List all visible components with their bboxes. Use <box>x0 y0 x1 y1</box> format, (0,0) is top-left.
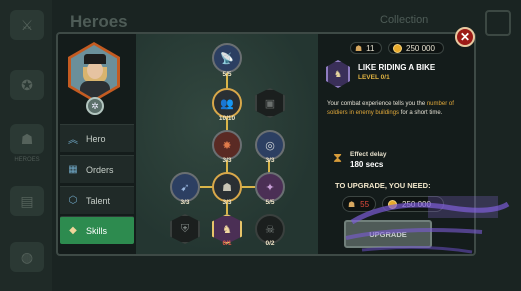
effect-label: Effect delay <box>350 151 387 158</box>
gold-balance: 250 000 <box>388 42 444 54</box>
chevrons-icon: ︽ <box>68 135 78 146</box>
collection-label[interactable]: Collection <box>380 14 428 26</box>
token-cost-value: 55 <box>360 199 370 209</box>
soldier-token-icon: ☗ <box>348 199 356 209</box>
node-count: 5/5 <box>222 71 232 78</box>
token-count: 11 <box>366 43 375 53</box>
locked-icon: ▣ <box>264 97 276 110</box>
hourglass-icon: ⧗ <box>333 150 343 165</box>
node-count: 0/1 <box>222 240 232 247</box>
mask-icon: ☠ <box>265 223 275 236</box>
tab-talent[interactable]: ⬡ Talent <box>60 186 134 214</box>
upgrade-button[interactable]: UPGRADE <box>344 220 432 248</box>
hexagon-icon: ⬡ <box>68 195 78 206</box>
node-count: 3/3 <box>222 199 232 206</box>
crossed-swords-icon[interactable]: ⚔ <box>10 10 44 40</box>
tab-label: Skills <box>86 225 108 236</box>
node-count: 3/3 <box>180 199 190 206</box>
skill-node-soldier[interactable]: ☗ <box>212 172 242 202</box>
gold-coin-icon <box>393 43 402 53</box>
skill-node-target[interactable]: ◎ <box>255 130 285 160</box>
gold-coin-icon <box>388 199 397 209</box>
skill-description: Your combat experience tells you the num… <box>327 100 469 118</box>
effect-value: 180 secs <box>350 160 384 169</box>
bag-icon[interactable]: ◍ <box>10 242 44 272</box>
grenade-icon: ✦ <box>265 181 275 194</box>
token-balance: ☗ 11 <box>350 42 382 54</box>
radar-icon: 📡 <box>220 52 234 65</box>
tab-label: Orders <box>86 164 114 175</box>
cards-icon[interactable]: ▤ <box>10 186 44 216</box>
gold-count: 250 000 <box>406 43 435 53</box>
tab-orders[interactable]: ▦ Orders <box>60 155 134 183</box>
skill-node-missile[interactable]: ➹ <box>170 172 200 202</box>
skill-name: LIKE RIDING A BIKE <box>358 63 436 72</box>
soldier-token-icon: ☗ <box>355 43 363 53</box>
level-label: LEVEL <box>358 74 379 81</box>
missile-icon: ➹ <box>180 181 190 194</box>
sidebar-label-heroes: HEROES <box>14 157 40 163</box>
node-count: 5/5 <box>265 199 275 206</box>
skill-node-radar[interactable]: 📡 <box>212 43 242 73</box>
skill-level: LEVEL 0/1 <box>358 74 390 81</box>
node-count: 10/10 <box>218 115 236 122</box>
shield-icon: ⛨ <box>180 222 190 235</box>
soldier-icon: ☗ <box>222 181 232 194</box>
token-cost: ☗ 55 <box>342 196 376 212</box>
tab-label: Talent <box>86 195 111 206</box>
soldier-icon[interactable]: ☗ <box>10 124 44 154</box>
desc-text: Your combat experience tells you the <box>327 101 427 107</box>
desc-text-end: for a short time. <box>399 110 443 116</box>
target-icon: ◎ <box>265 139 275 152</box>
node-count: 3/3 <box>265 157 275 164</box>
cards-icon: ▦ <box>68 164 78 175</box>
tab-skills[interactable]: ◆ Skills <box>60 216 134 244</box>
explosion-icon: ✸ <box>222 139 232 152</box>
tab-label: Hero <box>86 133 106 144</box>
skill-node-grenade[interactable]: ✦ <box>255 172 285 202</box>
node-count: 0/2 <box>265 240 275 247</box>
page-title: Heroes <box>70 12 128 31</box>
bike-icon: ♞ <box>222 223 232 236</box>
upgrade-requirements-title: TO UPGRADE, YOU NEED: <box>335 181 431 190</box>
gold-cost: 250 000 <box>382 196 444 212</box>
skills-icon: ◆ <box>69 225 77 236</box>
menu-button[interactable] <box>485 10 511 36</box>
medal-icon[interactable]: ✪ <box>10 70 44 100</box>
level-value: 0/1 <box>380 74 390 81</box>
node-count: 3/3 <box>222 157 232 164</box>
soldiers-icon: 👥 <box>220 97 234 110</box>
close-button[interactable]: ✕ <box>455 27 475 47</box>
gold-cost-value: 250 000 <box>402 199 431 209</box>
skill-node-explosion[interactable]: ✸ <box>212 130 242 160</box>
gear-icon[interactable]: ✲ <box>86 97 104 115</box>
tab-hero[interactable]: ︽ Hero <box>60 124 134 152</box>
skill-node-soldiers[interactable]: 👥 <box>212 88 242 118</box>
